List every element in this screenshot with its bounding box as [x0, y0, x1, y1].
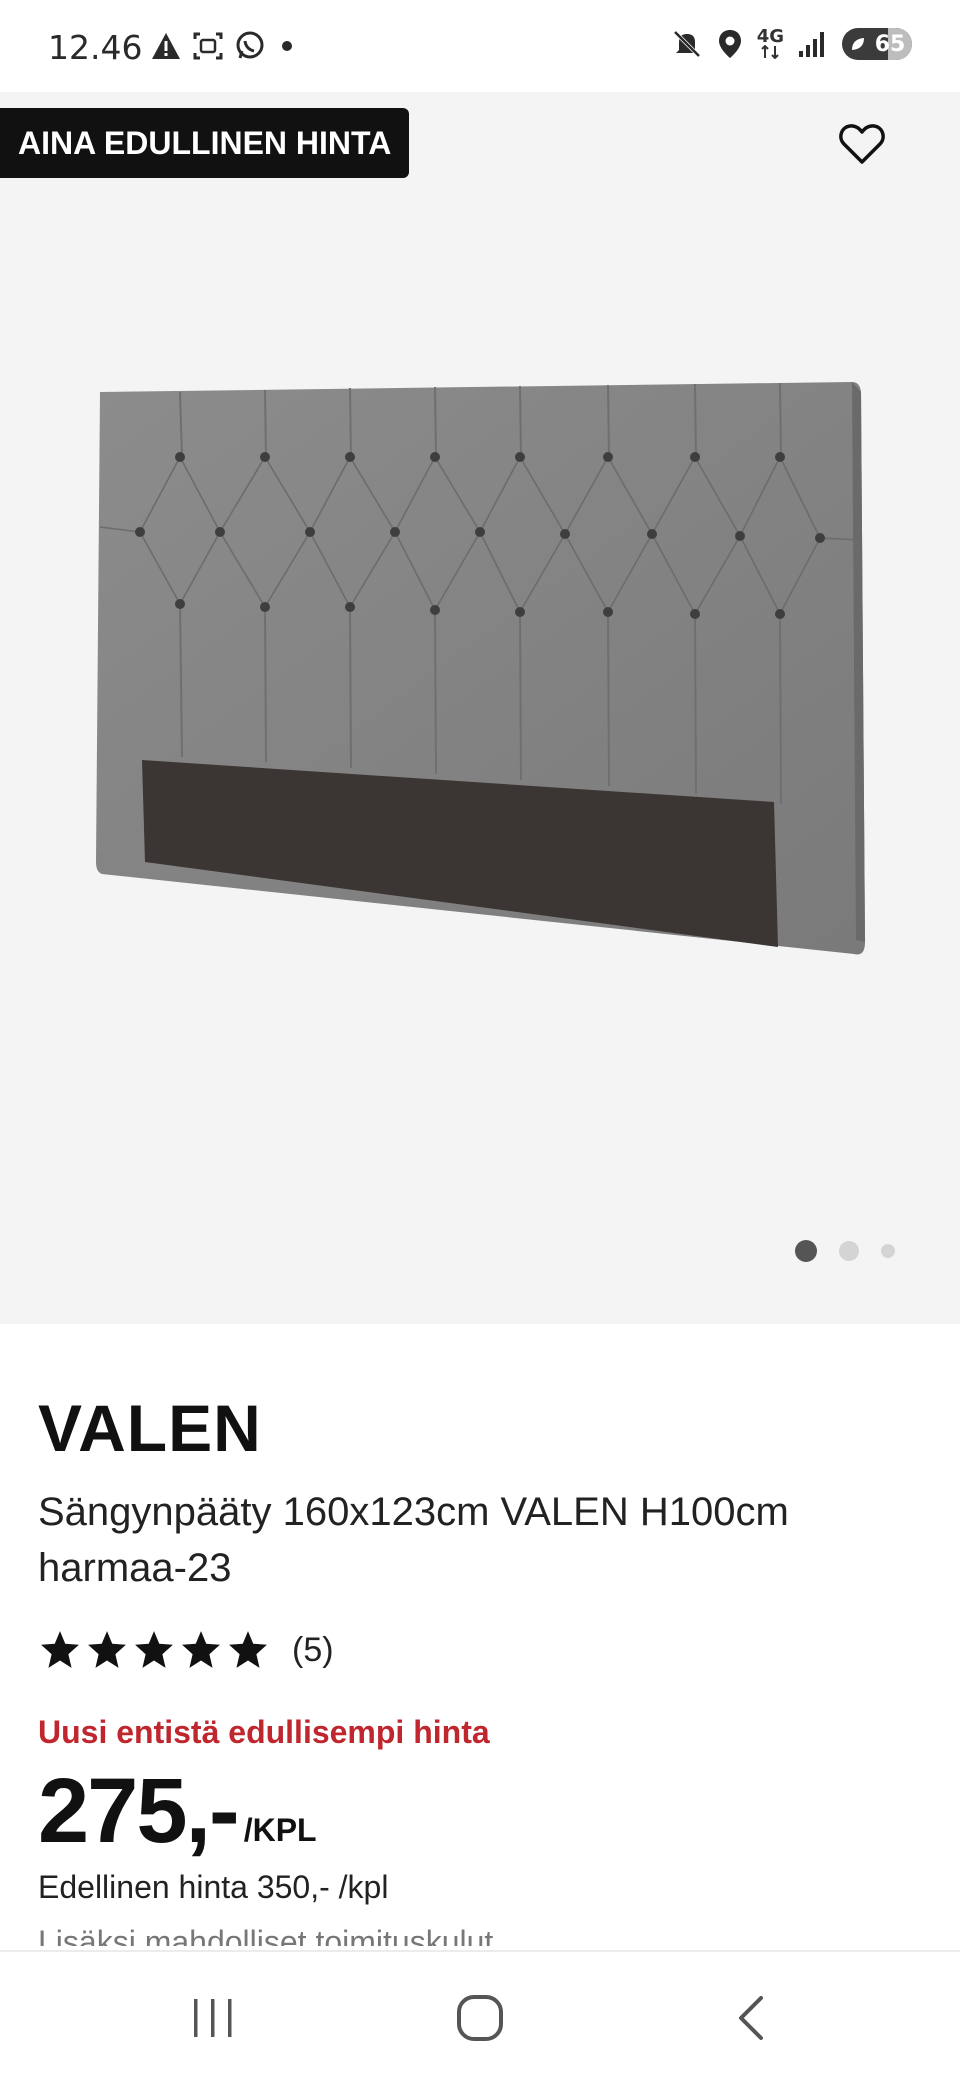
home-button[interactable]: [445, 1986, 515, 2050]
previous-price: Edellinen hinta 350,- /kpl: [38, 1869, 389, 1905]
back-icon: [739, 1996, 763, 2040]
status-icons-left: [150, 30, 298, 62]
home-icon: [457, 1995, 503, 2041]
battery-level: 65: [874, 31, 906, 57]
warning-icon: [150, 31, 182, 61]
battery-saver-icon: [852, 38, 864, 50]
network-icon: 4G: [756, 26, 784, 59]
gallery-dot[interactable]: [839, 1241, 859, 1261]
delivery-note: Lisäksi mahdolliset toimituskulut: [38, 1924, 494, 1946]
back-button[interactable]: [715, 1986, 785, 2050]
status-icons-right: 4G 65: [671, 28, 912, 60]
signal-icon: [798, 29, 828, 59]
product-description: Sängynpääty 160x123cm VALEN H100cm harma…: [38, 1490, 789, 1590]
price-unit: /KPL: [243, 1812, 317, 1848]
product-brand: VALEN: [38, 1391, 262, 1465]
star-icon: [41, 1631, 79, 1668]
star-icon: [135, 1631, 173, 1668]
gallery-dot[interactable]: [795, 1240, 817, 1262]
price-badge: AINA EDULLINEN HINTA: [0, 108, 410, 178]
promo-text: Uusi entistä edullisempi hinta: [38, 1714, 490, 1750]
favorite-button[interactable]: [832, 116, 892, 172]
gallery-dot[interactable]: [881, 1244, 895, 1258]
star-icon: [182, 1631, 220, 1668]
recent-apps-icon: [194, 1999, 232, 2037]
heart-icon: [839, 124, 885, 164]
system-nav-bar: [0, 1950, 960, 2080]
product-image[interactable]: [90, 382, 870, 1002]
status-bar: 12.46 4G 65: [0, 0, 960, 92]
product-gallery[interactable]: AINA EDULLINEN HINTA: [0, 92, 960, 1324]
network-label: 4G: [756, 26, 784, 47]
price-row: 275,- /KPL: [38, 1759, 918, 1857]
star-icon: [88, 1631, 126, 1668]
screenshot-icon: [192, 31, 224, 61]
product-info: VALEN Sängynpääty 160x123cm VALEN H100cm…: [38, 1390, 918, 1946]
whatsapp-icon: [234, 30, 266, 62]
product-rating[interactable]: (5): [38, 1622, 918, 1678]
price: 275,-: [38, 1760, 240, 1862]
star-icon: [229, 1631, 267, 1668]
dot-icon: [276, 35, 298, 57]
review-count: (5): [292, 1630, 334, 1669]
battery-icon: 65: [842, 28, 912, 60]
gallery-pagination[interactable]: [795, 1240, 895, 1262]
location-icon: [717, 28, 743, 60]
status-time: 12.46: [48, 28, 143, 67]
rating-stars: [38, 1629, 270, 1671]
recent-apps-button[interactable]: [178, 1986, 248, 2050]
mute-icon: [671, 28, 703, 60]
